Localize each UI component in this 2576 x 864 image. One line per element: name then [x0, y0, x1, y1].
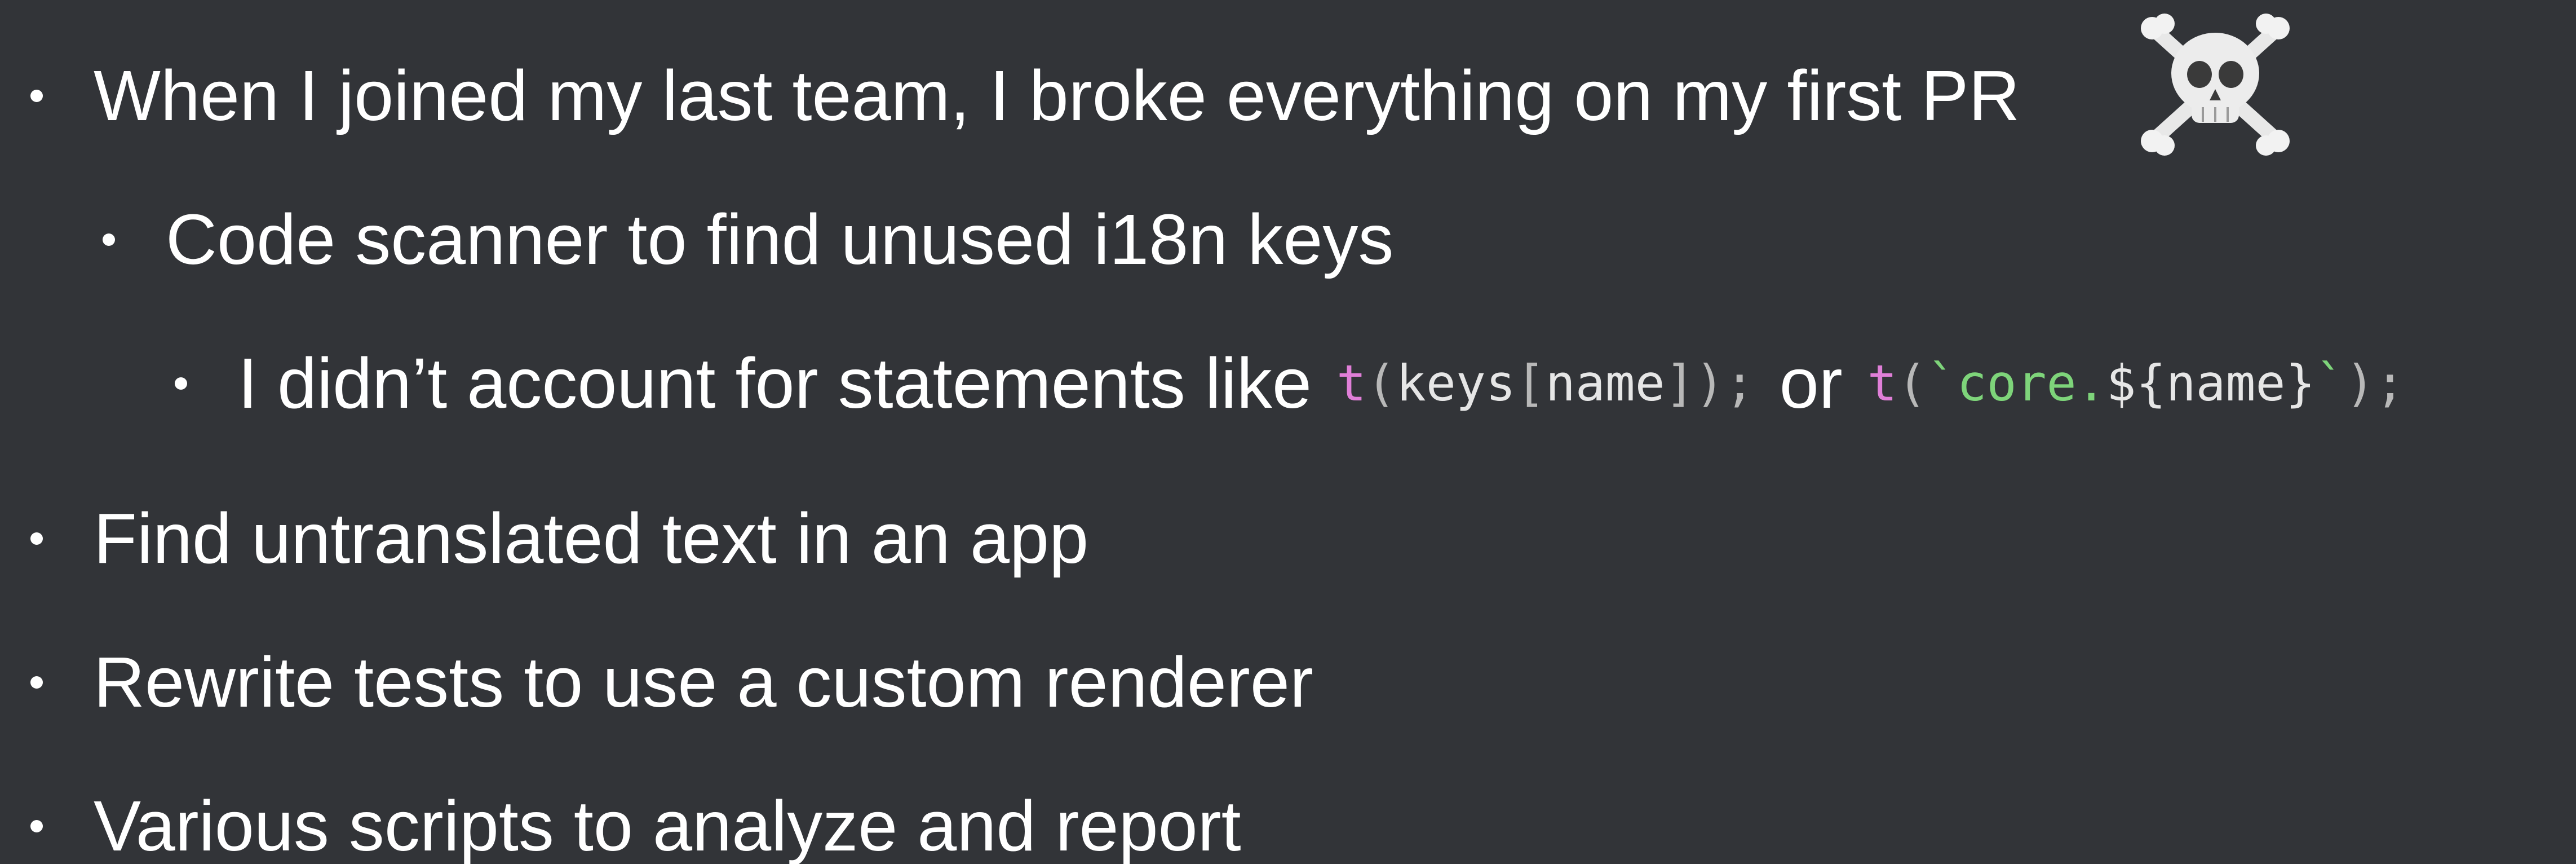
- code-string: core.: [1957, 354, 2106, 412]
- bullet-joined-team: When I joined my last team, I broke ever…: [30, 51, 2020, 141]
- bullet-dot: [30, 676, 43, 689]
- code-punct: );: [1694, 354, 1755, 412]
- code-string: `: [1927, 354, 1957, 412]
- code-punct: (: [1897, 354, 1927, 412]
- code-snippet-keys: t(keys[name]);: [1336, 338, 1755, 429]
- code-fn: t: [1867, 354, 1897, 412]
- code-string: `: [2315, 354, 2345, 412]
- bullet-text: Find untranslated text in an app: [94, 499, 1089, 578]
- code-snippet-template: t(` core. ${name} `);: [1867, 338, 2405, 429]
- code-fn: t: [1336, 354, 1366, 412]
- code-ident: name: [1545, 354, 1665, 412]
- skull-and-crossbones-icon: [2141, 14, 2290, 156]
- bullet-text: Various scripts to analyze and report: [94, 786, 1241, 864]
- code-punct: );: [2345, 354, 2405, 412]
- bullet-text: Rewrite tests to use a custom renderer: [94, 642, 1313, 722]
- bullet-dot: [30, 820, 43, 832]
- bullet-dot: [103, 233, 115, 246]
- bullet-rewrite-tests: Rewrite tests to use a custom renderer: [30, 637, 1313, 728]
- bullet-various-scripts: Various scripts to analyze and report: [30, 781, 1241, 864]
- bullet-didnt-account: I didn’t account for statements like t(k…: [175, 338, 2405, 429]
- bullet-text: I didn’t account for statements like: [238, 343, 1312, 423]
- bullet-text: When I joined my last team, I broke ever…: [94, 56, 2020, 135]
- bullet-dot: [30, 90, 43, 102]
- bullet-dot: [30, 532, 43, 545]
- bullet-untranslated: Find untranslated text in an app: [30, 493, 1088, 584]
- code-punct: [: [1515, 354, 1546, 412]
- bullet-dot: [175, 377, 187, 390]
- code-punct: (: [1366, 354, 1396, 412]
- slide: When I joined my last team, I broke ever…: [0, 0, 2576, 864]
- code-punct: ]: [1665, 354, 1695, 412]
- code-ident: keys: [1396, 354, 1516, 412]
- code-ident: ${name}: [2106, 354, 2316, 412]
- or-text: or: [1779, 343, 1843, 423]
- bullet-text: Code scanner to find unused i18n keys: [166, 200, 1394, 279]
- bullet-code-scanner: Code scanner to find unused i18n keys: [103, 195, 1393, 285]
